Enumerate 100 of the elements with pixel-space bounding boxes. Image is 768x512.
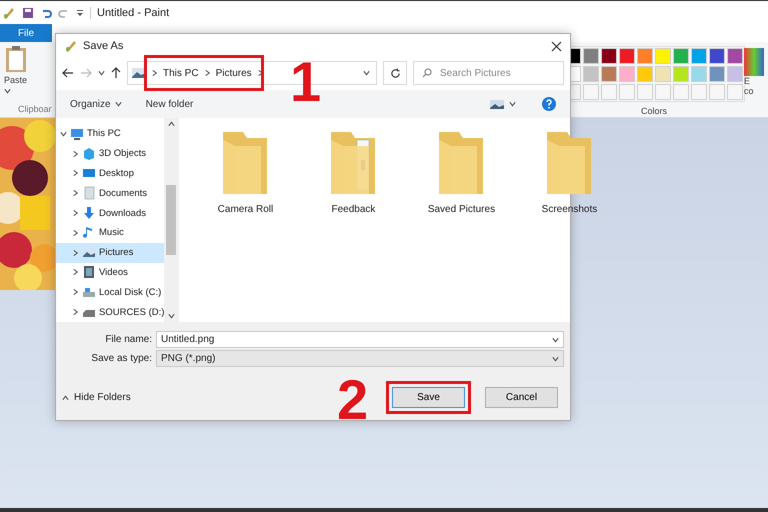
save-button[interactable]: Save: [392, 387, 465, 408]
caret-icon: [62, 394, 69, 402]
color-spectrum-icon[interactable]: [744, 48, 764, 76]
help-icon[interactable]: [542, 97, 556, 111]
chevron-icon: [72, 150, 79, 158]
folder-icon: [437, 130, 486, 196]
document-icon: [82, 186, 96, 200]
empty-swatch[interactable]: [673, 84, 689, 100]
scroll-up-icon: [168, 120, 175, 128]
empty-swatch[interactable]: [709, 84, 725, 100]
refresh-icon: [390, 68, 400, 78]
color-swatch[interactable]: [601, 66, 617, 82]
tree-item[interactable]: Downloads: [56, 203, 164, 223]
color-swatch[interactable]: [619, 66, 635, 82]
empty-swatch[interactable]: [619, 84, 635, 100]
caret-icon: [509, 100, 516, 108]
color-swatch[interactable]: [727, 66, 743, 82]
refresh-button[interactable]: [383, 61, 407, 85]
customize-caret-icon[interactable]: [76, 8, 84, 18]
search-field[interactable]: Search Pictures: [413, 61, 564, 85]
tree-item[interactable]: SOURCES (D:): [56, 302, 164, 322]
tree-item[interactable]: This PC: [56, 124, 164, 144]
up-arrow-icon[interactable]: [111, 67, 121, 79]
hide-folders-button[interactable]: Hide Folders: [62, 392, 131, 403]
view-options-icon[interactable]: [490, 100, 504, 108]
search-icon: [422, 68, 432, 78]
new-folder-button[interactable]: New folder: [146, 98, 194, 110]
scroll-thumb[interactable]: [166, 185, 176, 255]
color-swatch[interactable]: [691, 48, 707, 64]
recent-caret-icon: [98, 69, 105, 77]
save-icon[interactable]: [22, 6, 34, 18]
chevron-icon: [204, 69, 211, 77]
tree-item[interactable]: Pictures: [56, 242, 164, 263]
color-swatch[interactable]: [601, 48, 617, 64]
chevron-icon: [72, 288, 79, 296]
organize-menu[interactable]: Organize: [70, 98, 122, 110]
scrollbar[interactable]: [164, 118, 178, 322]
group-label: Clipboar: [17, 104, 52, 114]
color-swatch[interactable]: [709, 66, 725, 82]
color-swatch[interactable]: [673, 66, 689, 82]
history-caret-icon: [363, 69, 370, 77]
file-name-field[interactable]: Untitled.png: [156, 331, 564, 348]
folder-item[interactable]: Saved Pictures: [425, 130, 498, 215]
empty-swatch[interactable]: [583, 84, 599, 100]
color-swatch[interactable]: [691, 66, 707, 82]
tree-item[interactable]: Local Disk (C:): [56, 282, 164, 302]
color-swatch[interactable]: [655, 66, 671, 82]
chevron-icon: [72, 308, 79, 316]
forward-arrow-icon[interactable]: [80, 68, 92, 78]
folder-item[interactable]: Screenshots: [533, 130, 606, 215]
caret-icon: [552, 336, 559, 344]
tree-item[interactable]: Videos: [56, 262, 164, 282]
tree-item[interactable]: Music: [56, 222, 164, 243]
chevron-icon: [72, 268, 79, 276]
tree-item[interactable]: 3D Objects: [56, 144, 164, 164]
color-swatch[interactable]: [637, 66, 653, 82]
chevron-icon: [151, 69, 158, 77]
paste-label[interactable]: Paste: [4, 75, 28, 85]
caret-icon: [552, 354, 559, 362]
empty-swatch[interactable]: [691, 84, 707, 100]
paint-icon: [64, 39, 78, 53]
tree-item[interactable]: Documents: [56, 183, 164, 204]
folder-item[interactable]: Feedback: [317, 130, 390, 215]
folder-item[interactable]: Camera Roll: [209, 130, 282, 215]
field-label: File name:: [104, 334, 153, 345]
color-swatch[interactable]: [673, 48, 689, 64]
color-swatch[interactable]: [583, 66, 599, 82]
step-number: 2: [337, 372, 368, 428]
clipboard-icon[interactable]: [4, 45, 28, 73]
color-swatch[interactable]: [709, 48, 725, 64]
file-tab[interactable]: File: [0, 24, 52, 42]
close-icon[interactable]: [551, 40, 562, 52]
film-icon: [82, 265, 96, 280]
tree-item[interactable]: Desktop: [56, 164, 164, 184]
empty-swatch[interactable]: [637, 84, 653, 100]
color-swatch[interactable]: [727, 48, 743, 64]
edit-colors-label[interactable]: E: [744, 76, 750, 86]
color-swatch[interactable]: [583, 48, 599, 64]
cancel-button[interactable]: Cancel: [485, 387, 558, 408]
breadcrumb-item[interactable]: Pictures: [216, 68, 252, 78]
color-swatch[interactable]: [619, 48, 635, 64]
empty-swatch[interactable]: [601, 84, 617, 100]
file-type-dropdown[interactable]: PNG (*.png): [156, 350, 564, 367]
color-swatch[interactable]: [655, 48, 671, 64]
breadcrumb-item[interactable]: This PC: [163, 68, 199, 78]
scroll-down-icon: [168, 312, 175, 320]
edit-colors-label[interactable]: co: [744, 86, 754, 96]
chevron-icon: [256, 69, 264, 77]
window-title: Untitled - Paint: [90, 6, 170, 18]
back-arrow-icon[interactable]: [62, 68, 74, 78]
group-label: Colors: [640, 106, 667, 116]
cube-icon: [82, 146, 96, 161]
computer-icon: [70, 126, 84, 141]
disk-icon: [82, 285, 96, 300]
empty-swatch[interactable]: [655, 84, 671, 100]
field-label: Save as type:: [90, 353, 153, 364]
folder-with-papers-icon: [329, 130, 378, 196]
caret-icon: [4, 87, 11, 95]
empty-swatch[interactable]: [727, 84, 743, 100]
color-swatch[interactable]: [637, 48, 653, 64]
